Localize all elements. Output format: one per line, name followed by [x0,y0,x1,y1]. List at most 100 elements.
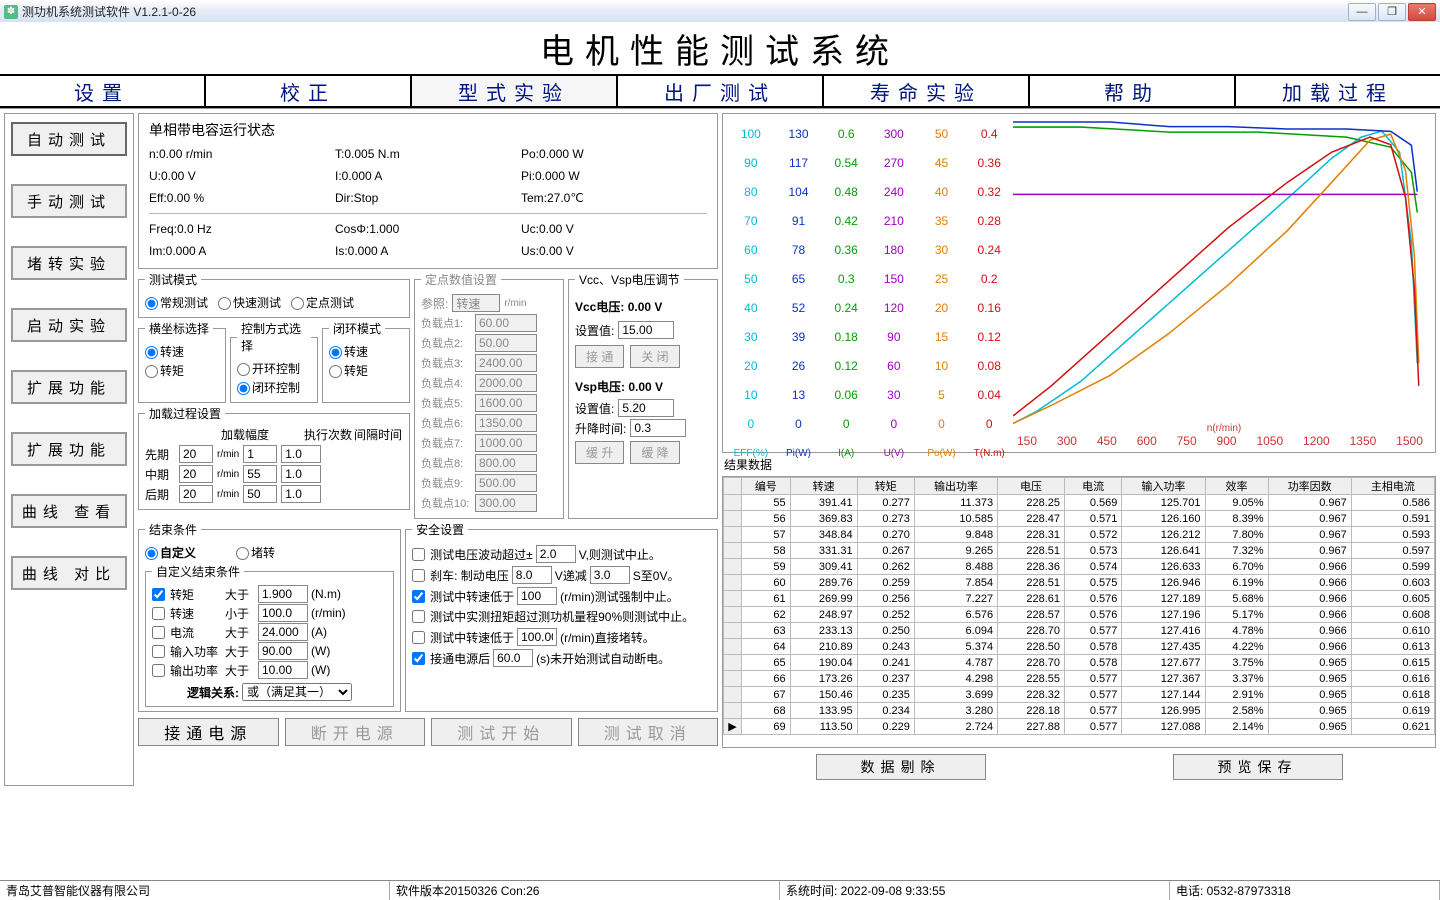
load-process-group: 加载过程设置 加载幅度执行次数间隔时间 先期r/min中期r/min后期r/mi… [138,405,410,510]
slow-down-button: 缓 降 [630,441,679,464]
table-row[interactable]: 59309.410.2628.488228.360.574126.6336.70… [724,559,1435,575]
fp-6 [475,434,537,452]
lp-t-0[interactable] [281,445,321,463]
vcc-set-input[interactable] [618,321,674,339]
ec-v-2[interactable] [258,623,308,641]
tab-2[interactable]: 型式实验 [412,76,618,106]
table-row[interactable]: 61269.990.2567.227228.610.576127.1895.68… [724,591,1435,607]
safety-group: 安全设置 测试电压波动超过±V,则测试中止。 刹车: 制动电压V递减S至0V。 … [405,521,718,712]
ec-chk-4[interactable] [152,664,165,677]
lp-c-2[interactable] [243,485,277,503]
loop-1[interactable] [329,365,342,378]
lp-a-1[interactable] [179,465,213,483]
side-button-7[interactable]: 曲线 对比 [11,556,127,590]
lp-a-2[interactable] [179,485,213,503]
fixed-point-group: 定点数值设置 参照:r/min 负载点1:负载点2:负载点3:负载点4:负载点5… [414,271,564,519]
ec-v-0[interactable] [258,585,308,603]
safe-chk-2[interactable] [412,569,425,582]
tab-6[interactable]: 加载过程 [1236,76,1440,106]
minimize-button[interactable]: — [1348,3,1376,21]
ec-v-4[interactable] [258,661,308,679]
lp-t-1[interactable] [281,465,321,483]
safe-chk-1[interactable] [412,548,425,561]
end-custom-radio[interactable] [145,547,158,560]
ec-chk-0[interactable] [152,588,165,601]
testmode-2[interactable] [291,297,304,310]
side-button-4[interactable]: 扩展功能 [11,370,127,404]
app-banner: 电机性能测试系统 [0,22,1440,76]
xsel-1[interactable] [145,365,158,378]
table-row[interactable]: 63233.130.2506.094228.700.577127.4164.78… [724,623,1435,639]
ref-select [452,294,500,312]
lp-c-1[interactable] [243,465,277,483]
data-delete-button[interactable]: 数据剔除 [816,754,986,780]
fp-3 [475,374,537,392]
table-row[interactable]: 67150.460.2353.699228.320.577127.1442.91… [724,687,1435,703]
table-row[interactable]: 62248.970.2526.576228.570.576127.1965.17… [724,607,1435,623]
table-row[interactable]: 58331.310.2679.265228.510.573126.6417.32… [724,543,1435,559]
side-button-3[interactable]: 启动实验 [11,308,127,342]
table-row[interactable]: 56369.830.27310.585228.470.571126.1608.3… [724,511,1435,527]
vcc-on-button: 接 通 [575,345,624,368]
side-button-5[interactable]: 扩展功能 [11,432,127,466]
ctrl-0[interactable] [237,363,250,376]
table-row[interactable]: ▶69113.500.2292.724227.880.577127.0882.1… [724,719,1435,735]
tab-0[interactable]: 设置 [0,76,206,106]
test-mode-group: 测试模式 常规测试快速测试定点测试 [138,271,410,318]
titlebar: ✽ 测功机系统测试软件 V1.2.1-0-26 — ❐ ✕ [0,0,1440,22]
ec-v-1[interactable] [258,604,308,622]
side-button-0[interactable]: 自动测试 [11,122,127,156]
tab-1[interactable]: 校正 [206,76,412,106]
window-title: 测功机系统测试软件 V1.2.1-0-26 [22,3,1348,20]
table-row[interactable]: 66173.260.2374.298228.550.577127.3673.37… [724,671,1435,687]
lp-t-2[interactable] [281,485,321,503]
x-axis-group: 横坐标选择转速转矩 [138,320,226,403]
side-button-6[interactable]: 曲线 查看 [11,494,127,528]
safe-chk-4[interactable] [412,610,425,623]
table-row[interactable]: 57348.840.2709.848228.310.572126.2127.80… [724,527,1435,543]
safe-chk-5[interactable] [412,631,425,644]
end-condition-group: 结束条件 自定义 堵转 自定义结束条件转矩大于(N.m)转速小于(r/min)电… [138,521,401,712]
loop-0[interactable] [329,346,342,359]
table-row[interactable]: 60289.760.2597.854228.510.575126.9466.19… [724,575,1435,591]
testmode-0[interactable] [145,297,158,310]
ctrl-1[interactable] [237,382,250,395]
ec-chk-3[interactable] [152,645,165,658]
vsp-set-input[interactable] [618,399,674,417]
statusbar: 青岛艾普智能仪器有限公司 软件版本20150326 Con:26 系统时间: 2… [0,880,1440,900]
lp-c-0[interactable] [243,445,277,463]
side-button-2[interactable]: 堵转实验 [11,246,127,280]
ec-v-3[interactable] [258,642,308,660]
tab-3[interactable]: 出厂测试 [618,76,824,106]
ec-chk-1[interactable] [152,607,165,620]
safe-chk-3[interactable] [412,590,425,603]
fp-5 [475,414,537,432]
xsel-0[interactable] [145,346,158,359]
safe-chk-6[interactable] [412,652,425,665]
preview-save-button[interactable]: 预览保存 [1173,754,1343,780]
table-row[interactable]: 64210.890.2435.374228.500.578127.4354.22… [724,639,1435,655]
end-stall-radio[interactable] [236,547,249,560]
table-row[interactable]: 68133.950.2343.280228.180.577126.9952.58… [724,703,1435,719]
fp-7 [475,454,537,472]
fp-4 [475,394,537,412]
table-row[interactable]: 65190.040.2414.787228.700.578127.6773.75… [724,655,1435,671]
ctrl-mode-group: 控制方式选择开环控制闭环控制 [230,320,318,403]
testmode-1[interactable] [218,297,231,310]
app-icon: ✽ [4,5,18,19]
ec-chk-2[interactable] [152,626,165,639]
tab-4[interactable]: 寿命实验 [824,76,1030,106]
results-table-wrap[interactable]: 编号转速转矩输出功率电压电流输入功率效率功率因数主相电流55391.410.27… [722,476,1436,748]
logic-select[interactable]: 或（满足其一） [242,683,352,701]
vcc-off-button: 关 闭 [630,345,679,368]
rise-time-input[interactable] [630,419,686,437]
tab-5[interactable]: 帮助 [1030,76,1236,106]
close-button[interactable]: ✕ [1408,3,1436,21]
lp-a-0[interactable] [179,445,213,463]
side-button-1[interactable]: 手动测试 [11,184,127,218]
table-row[interactable]: 55391.410.27711.373228.250.569125.7019.0… [724,495,1435,511]
power-off-button: 断开电源 [285,718,426,746]
maximize-button[interactable]: ❐ [1378,3,1406,21]
main-tabs: 设置校正型式实验出厂测试寿命实验帮助加载过程 [0,76,1440,108]
power-on-button[interactable]: 接通电源 [138,718,279,746]
